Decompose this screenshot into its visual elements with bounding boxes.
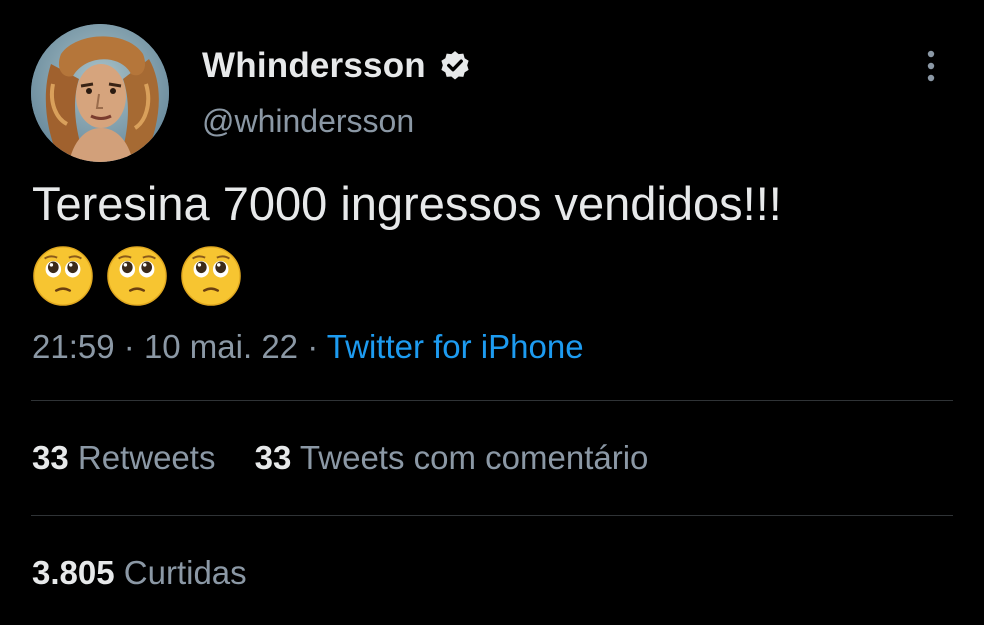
tweet-time[interactable]: 21:59 <box>32 328 115 365</box>
engagement-stats: 33 Retweets 33 Tweets com comentário <box>32 436 648 480</box>
tweet-metadata: 21:59 · 10 mai. 22 · Twitter for iPhone <box>32 325 584 369</box>
avatar[interactable] <box>31 24 169 162</box>
avatar-image <box>31 24 169 162</box>
tweet-date[interactable]: 10 mai. 22 <box>144 328 298 365</box>
author-name-row[interactable]: Whindersson <box>202 44 472 88</box>
retweets-stat[interactable]: 33 Retweets <box>32 436 215 480</box>
quote-tweets-stat[interactable]: 33 Tweets com comentário <box>255 436 649 480</box>
verified-badge-icon <box>438 49 472 83</box>
quote-tweets-count: 33 <box>254 439 292 476</box>
tweet-emojis <box>32 245 242 307</box>
user-handle[interactable]: @whindersson <box>202 103 414 140</box>
meta-separator: · <box>307 328 319 365</box>
likes-stats: 3.805 Curtidas <box>32 551 247 595</box>
display-name[interactable]: Whindersson <box>202 46 426 86</box>
tweet-source-link[interactable]: Twitter for iPhone <box>327 328 584 365</box>
retweets-count: 33 <box>32 439 69 476</box>
more-options-icon[interactable] <box>916 46 946 86</box>
face-holding-back-tears-icon <box>181 246 241 306</box>
likes-stat[interactable]: 3.805 Curtidas <box>32 551 247 595</box>
meta-separator: · <box>123 328 135 365</box>
face-holding-back-tears-icon <box>107 246 167 306</box>
divider <box>31 400 953 401</box>
face-holding-back-tears-icon <box>33 246 93 306</box>
quote-tweets-label: Tweets com comentário <box>299 439 649 476</box>
tweet-detail: Whindersson @whindersson Teresina 7000 i… <box>0 0 984 625</box>
divider <box>31 515 953 516</box>
tweet-text: Teresina 7000 ingressos vendidos!!! <box>32 177 782 230</box>
likes-count: 3.805 <box>32 554 115 591</box>
likes-label: Curtidas <box>123 554 247 591</box>
retweets-label: Retweets <box>77 439 216 476</box>
